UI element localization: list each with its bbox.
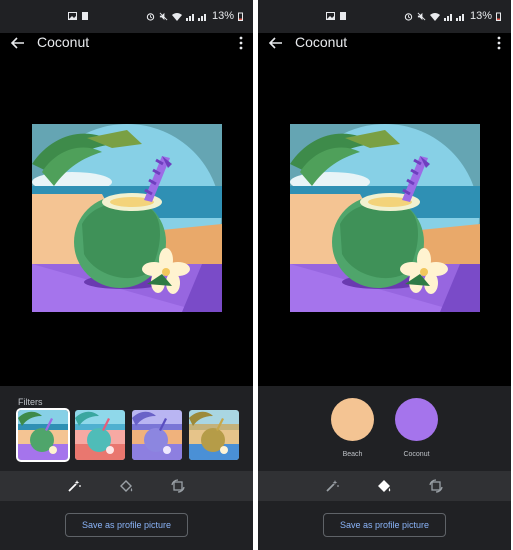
- mute-icon: [159, 12, 168, 20]
- color-fill-icon[interactable]: [118, 478, 134, 494]
- auto-fix-wand-icon[interactable]: [324, 478, 340, 494]
- coconut-color-label: Coconut: [403, 451, 430, 458]
- page-title: Coconut: [37, 34, 90, 50]
- coconut-color-swatch[interactable]: [395, 398, 438, 441]
- filters-heading: Filters: [18, 397, 43, 407]
- back-arrow-icon[interactable]: [268, 35, 284, 51]
- wifi-icon: [429, 12, 440, 21]
- background-color-screen: 13% Coconut Beach Coconut Save as profil…: [258, 0, 511, 550]
- sim-notification-icon: [82, 12, 88, 20]
- filter-thumbnail-original[interactable]: [16, 408, 70, 462]
- auto-fix-wand-icon[interactable]: [66, 478, 82, 494]
- frame-rotate-icon[interactable]: [428, 478, 444, 494]
- color-option-coconut[interactable]: Coconut: [395, 398, 439, 458]
- status-bar: 13%: [258, 0, 511, 33]
- filters-panel: Filters: [0, 386, 253, 471]
- alarm-icon: [404, 12, 413, 21]
- image-preview: [290, 124, 480, 312]
- wifi-icon: [171, 12, 182, 21]
- page-title: Coconut: [295, 34, 348, 50]
- signal-icon: [185, 13, 206, 21]
- frame-rotate-icon[interactable]: [170, 478, 186, 494]
- filter-thumbnail-pink[interactable]: [75, 410, 125, 460]
- save-as-profile-picture-button[interactable]: Save as profile picture: [65, 513, 188, 537]
- back-arrow-icon[interactable]: [10, 35, 26, 51]
- beach-color-swatch[interactable]: [331, 398, 374, 441]
- beach-color-label: Beach: [342, 451, 363, 458]
- save-as-profile-picture-button[interactable]: Save as profile picture: [323, 513, 446, 537]
- more-options-icon[interactable]: [237, 35, 245, 51]
- app-bar: Coconut: [258, 33, 511, 55]
- status-bar: 13%: [0, 0, 253, 33]
- mute-icon: [417, 12, 426, 20]
- alarm-icon: [146, 12, 155, 21]
- app-bar: Coconut: [0, 33, 253, 55]
- gallery-notification-icon: [68, 12, 77, 20]
- filter-thumbnail-violet[interactable]: [132, 410, 182, 460]
- background-colors-panel: Beach Coconut: [258, 386, 511, 471]
- edit-toolbar: [0, 471, 253, 501]
- bottom-bar: Save as profile picture: [258, 501, 511, 550]
- more-options-icon[interactable]: [495, 35, 503, 51]
- color-option-beach[interactable]: Beach: [331, 398, 375, 458]
- edit-toolbar: [258, 471, 511, 501]
- color-fill-icon[interactable]: [376, 478, 392, 494]
- battery-icon: [496, 12, 501, 21]
- battery-icon: [238, 12, 243, 21]
- image-preview: [32, 124, 222, 312]
- bottom-bar: Save as profile picture: [0, 501, 253, 550]
- sim-notification-icon: [340, 12, 346, 20]
- filter-thumbnail-sepia[interactable]: [189, 410, 239, 460]
- signal-icon: [443, 13, 464, 21]
- battery-percent: 13%: [211, 10, 234, 22]
- filters-screen: 13% Coconut Filters Save as profile pict…: [0, 0, 253, 550]
- battery-percent: 13%: [469, 10, 492, 22]
- gallery-notification-icon: [326, 12, 335, 20]
